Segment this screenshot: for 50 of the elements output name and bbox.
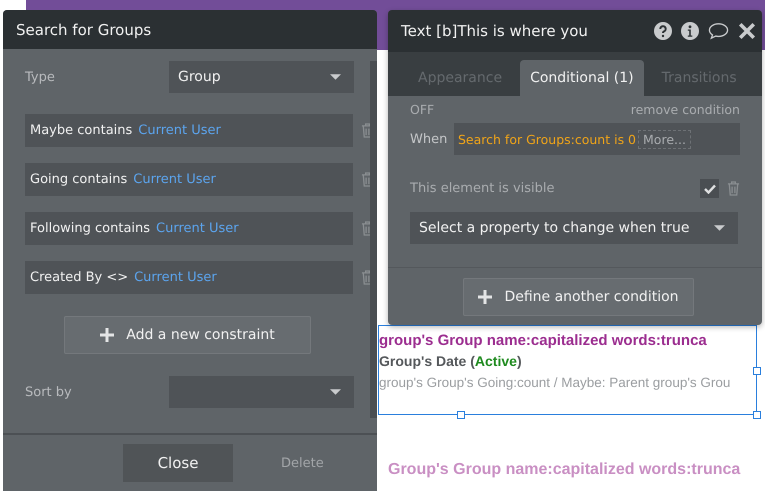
resize-handle[interactable] [753,367,761,375]
help-icon[interactable] [654,22,672,40]
checkbox[interactable] [700,179,719,198]
more-button[interactable]: More... [638,130,691,148]
field-label: When [410,132,448,146]
field-label: Sort by [25,384,72,400]
constraint-text: Going contains [30,172,128,187]
close-icon[interactable] [738,22,756,40]
field-label: Type [25,70,55,84]
dynamic-value[interactable]: Current User [156,221,239,236]
canvas-text: Group's Date ( [379,353,475,369]
constraint-field[interactable]: Created By <> Current User [25,261,353,294]
constraint-text: Maybe contains [30,123,132,138]
canvas-text: ) [516,353,522,369]
resize-handle[interactable] [753,411,761,419]
comment-icon[interactable] [708,22,729,40]
constraint-field[interactable]: Maybe contains Current User [25,114,353,147]
type-dropdown[interactable]: Group [169,61,354,93]
plus-icon [478,290,492,304]
caret-icon [330,389,341,395]
canvas-text: Group's Group name:capitalized words:trunca [388,461,742,479]
panel-title: Text [b]This is where you [401,22,588,40]
dynamic-value[interactable]: Current User [134,270,217,285]
tab[interactable]: Conditional (1) [520,60,644,96]
property-label: This element is visible [410,181,556,196]
constraint-field[interactable]: Going contains Current User [25,163,353,196]
resize-handle[interactable] [457,411,465,419]
close-button[interactable]: Close [123,444,233,482]
caret-icon [714,225,725,231]
status-text: Active [474,353,517,369]
canvas-text: group's Group name:capitalized words:trunca [379,332,708,349]
check-icon [704,184,716,194]
expression-text: Search for Groups:count is 0 [458,132,636,146]
property-dropdown[interactable]: Select a property to change when true [410,212,738,244]
constraint-field[interactable]: Following contains Current User [25,212,353,245]
dynamic-value[interactable]: Current User [133,172,216,187]
info-icon[interactable] [681,22,699,40]
remove-condition-link[interactable]: remove condition [630,102,740,117]
define-condition-button[interactable]: Define another condition [463,278,694,316]
dynamic-value[interactable]: Current User [138,123,221,138]
canvas-text: group's Group's Going:count / Maybe: Parent group's Grou [379,375,732,390]
panel-title: Search for Groups [16,20,152,38]
scrollbar[interactable] [370,61,377,418]
constraint-text: Created By <> [30,270,128,285]
constraint-text: Following contains [30,221,150,236]
expression-field[interactable]: Search for Groups:count is 0 More... [454,123,740,155]
caret-icon [330,74,341,80]
plus-icon [100,328,114,342]
add-constraint-button[interactable]: Add a new constraint [64,316,311,354]
condition-state: OFF [410,102,434,117]
